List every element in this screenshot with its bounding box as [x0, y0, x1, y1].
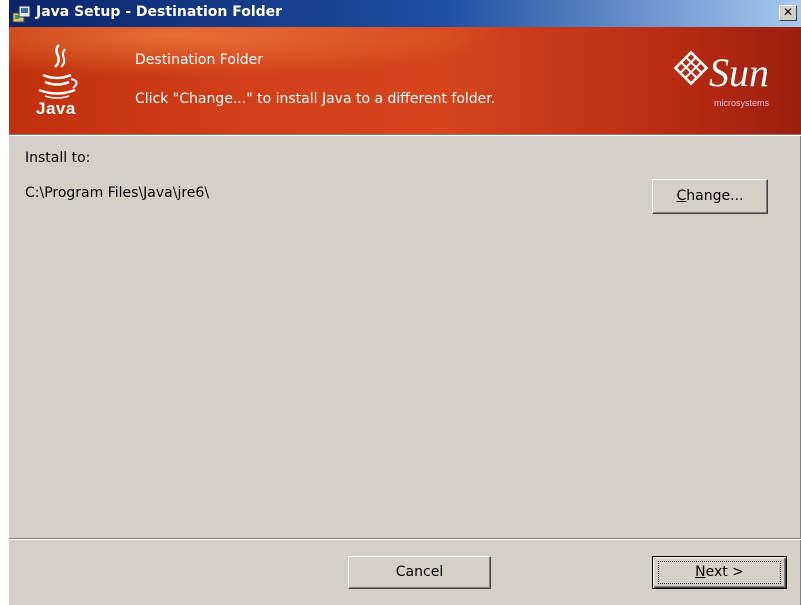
cancel-button[interactable]: Cancel — [348, 556, 491, 589]
sun-logo-text: Sun — [709, 50, 769, 95]
install-path: C:\Program Files\Java\jre6\ — [25, 185, 210, 201]
banner-divider — [9, 134, 801, 136]
banner-title: Destination Folder — [135, 52, 264, 68]
next-button[interactable]: Next > — [652, 556, 787, 589]
change-mnemonic: C — [676, 188, 687, 204]
java-logo-text: Java — [36, 99, 76, 118]
window-title: Java Setup - Destination Folder — [36, 4, 283, 20]
next-mnemonic: N — [695, 564, 706, 580]
banner-description: Click "Change..." to install Java to a d… — [135, 91, 496, 107]
next-label: ext > — [705, 564, 744, 580]
change-button[interactable]: Change... — [652, 179, 768, 214]
footer-divider — [9, 538, 801, 540]
close-button[interactable]: ✕ — [779, 5, 797, 21]
title-bar[interactable]: Java Setup - Destination Folder ✕ — [9, 0, 801, 27]
header-banner: Java Destination Folder Click "Change...… — [9, 27, 801, 134]
setup-window: Java Setup - Destination Folder ✕ Java D… — [9, 0, 801, 605]
installer-icon — [12, 5, 31, 23]
sun-logo-subtext: microsystems — [714, 98, 770, 108]
change-label: hange... — [686, 188, 744, 204]
install-to-label: Install to: — [25, 150, 91, 166]
